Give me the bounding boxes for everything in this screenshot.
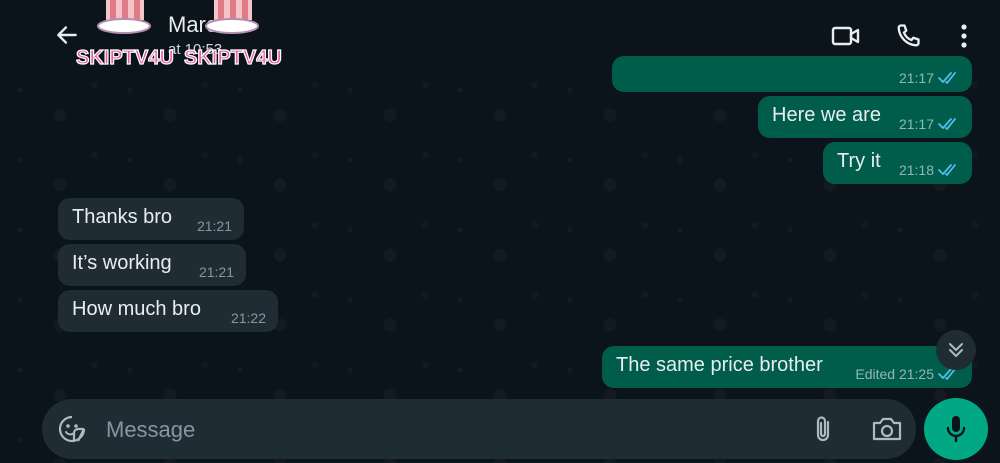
sticker-popcorn-1 — [97, 0, 151, 34]
more-vertical-icon — [961, 24, 967, 48]
voice-call-button[interactable] — [892, 20, 924, 52]
message-input[interactable] — [104, 413, 788, 447]
video-call-button[interactable] — [830, 20, 862, 52]
message-meta: 21:18 — [899, 162, 960, 178]
message-bubble-incoming[interactable]: How much bro 21:22 — [58, 290, 278, 332]
read-receipt-icon — [938, 118, 956, 130]
message-meta: 21:22 — [231, 310, 266, 326]
message-meta: 21:17 — [899, 70, 960, 86]
sticker-overlay: SKIPTV4U SKIPTV4U — [75, 0, 282, 70]
camera-icon — [872, 417, 902, 441]
attach-button[interactable] — [808, 413, 840, 445]
message-time: 21:21 — [198, 264, 234, 280]
voice-message-button[interactable] — [924, 398, 988, 460]
message-text: How much bro — [72, 298, 201, 320]
message-bubble-outgoing[interactable]: The same price brother Edited 21:25 — [602, 346, 972, 388]
message-text: The same price brother — [616, 354, 823, 376]
scroll-to-bottom-button[interactable] — [936, 330, 976, 370]
message-composer — [42, 399, 916, 459]
camera-button[interactable] — [870, 413, 904, 445]
message-meta: 21:17 — [899, 116, 960, 132]
message-meta: 21:21 — [197, 218, 232, 234]
read-receipt-icon — [938, 72, 956, 84]
message-time: 21:17 — [898, 70, 934, 86]
message-bubble-outgoing[interactable]: Try it 21:18 — [823, 142, 972, 184]
message-text: Try it — [837, 150, 881, 172]
message-meta: 21:21 — [199, 264, 234, 280]
read-receipt-icon — [938, 164, 956, 176]
phone-icon — [897, 24, 920, 47]
sticker-smiley-icon — [58, 415, 86, 443]
message-bubble-outgoing[interactable]: 21:17 — [612, 56, 972, 92]
microphone-icon — [946, 416, 966, 443]
chat-screen: Marc at 10:53 SKIPTV4U SKIPTV4U 21:17 He… — [0, 0, 1000, 463]
message-text: Thanks bro — [72, 206, 173, 228]
message-time: 21:18 — [898, 162, 934, 178]
sticker-label-1: SKIPTV4U — [76, 47, 174, 69]
message-bubble-incoming[interactable]: Thanks bro 21:21 — [58, 198, 244, 240]
video-camera-icon — [831, 26, 860, 46]
sticker-popcorn-2 — [205, 0, 259, 34]
message-bubble-incoming[interactable]: It’s working 21:21 — [58, 244, 246, 286]
paperclip-icon — [816, 416, 830, 442]
more-options-button[interactable] — [948, 20, 980, 52]
message-time: 21:17 — [898, 116, 934, 132]
message-bubble-outgoing[interactable]: Here we are 21:17 — [758, 96, 972, 138]
message-text: Here we are — [772, 104, 881, 126]
double-chevron-down-icon — [949, 343, 963, 357]
emoji-sticker-button[interactable] — [56, 413, 88, 445]
message-time: 21:22 — [230, 310, 266, 326]
message-text: It’s working — [72, 252, 172, 274]
message-time: Edited 21:25 — [855, 366, 934, 382]
message-meta: Edited 21:25 — [855, 366, 960, 382]
message-time: 21:21 — [196, 218, 232, 234]
sticker-label-2: SKIPTV4U — [184, 47, 282, 69]
